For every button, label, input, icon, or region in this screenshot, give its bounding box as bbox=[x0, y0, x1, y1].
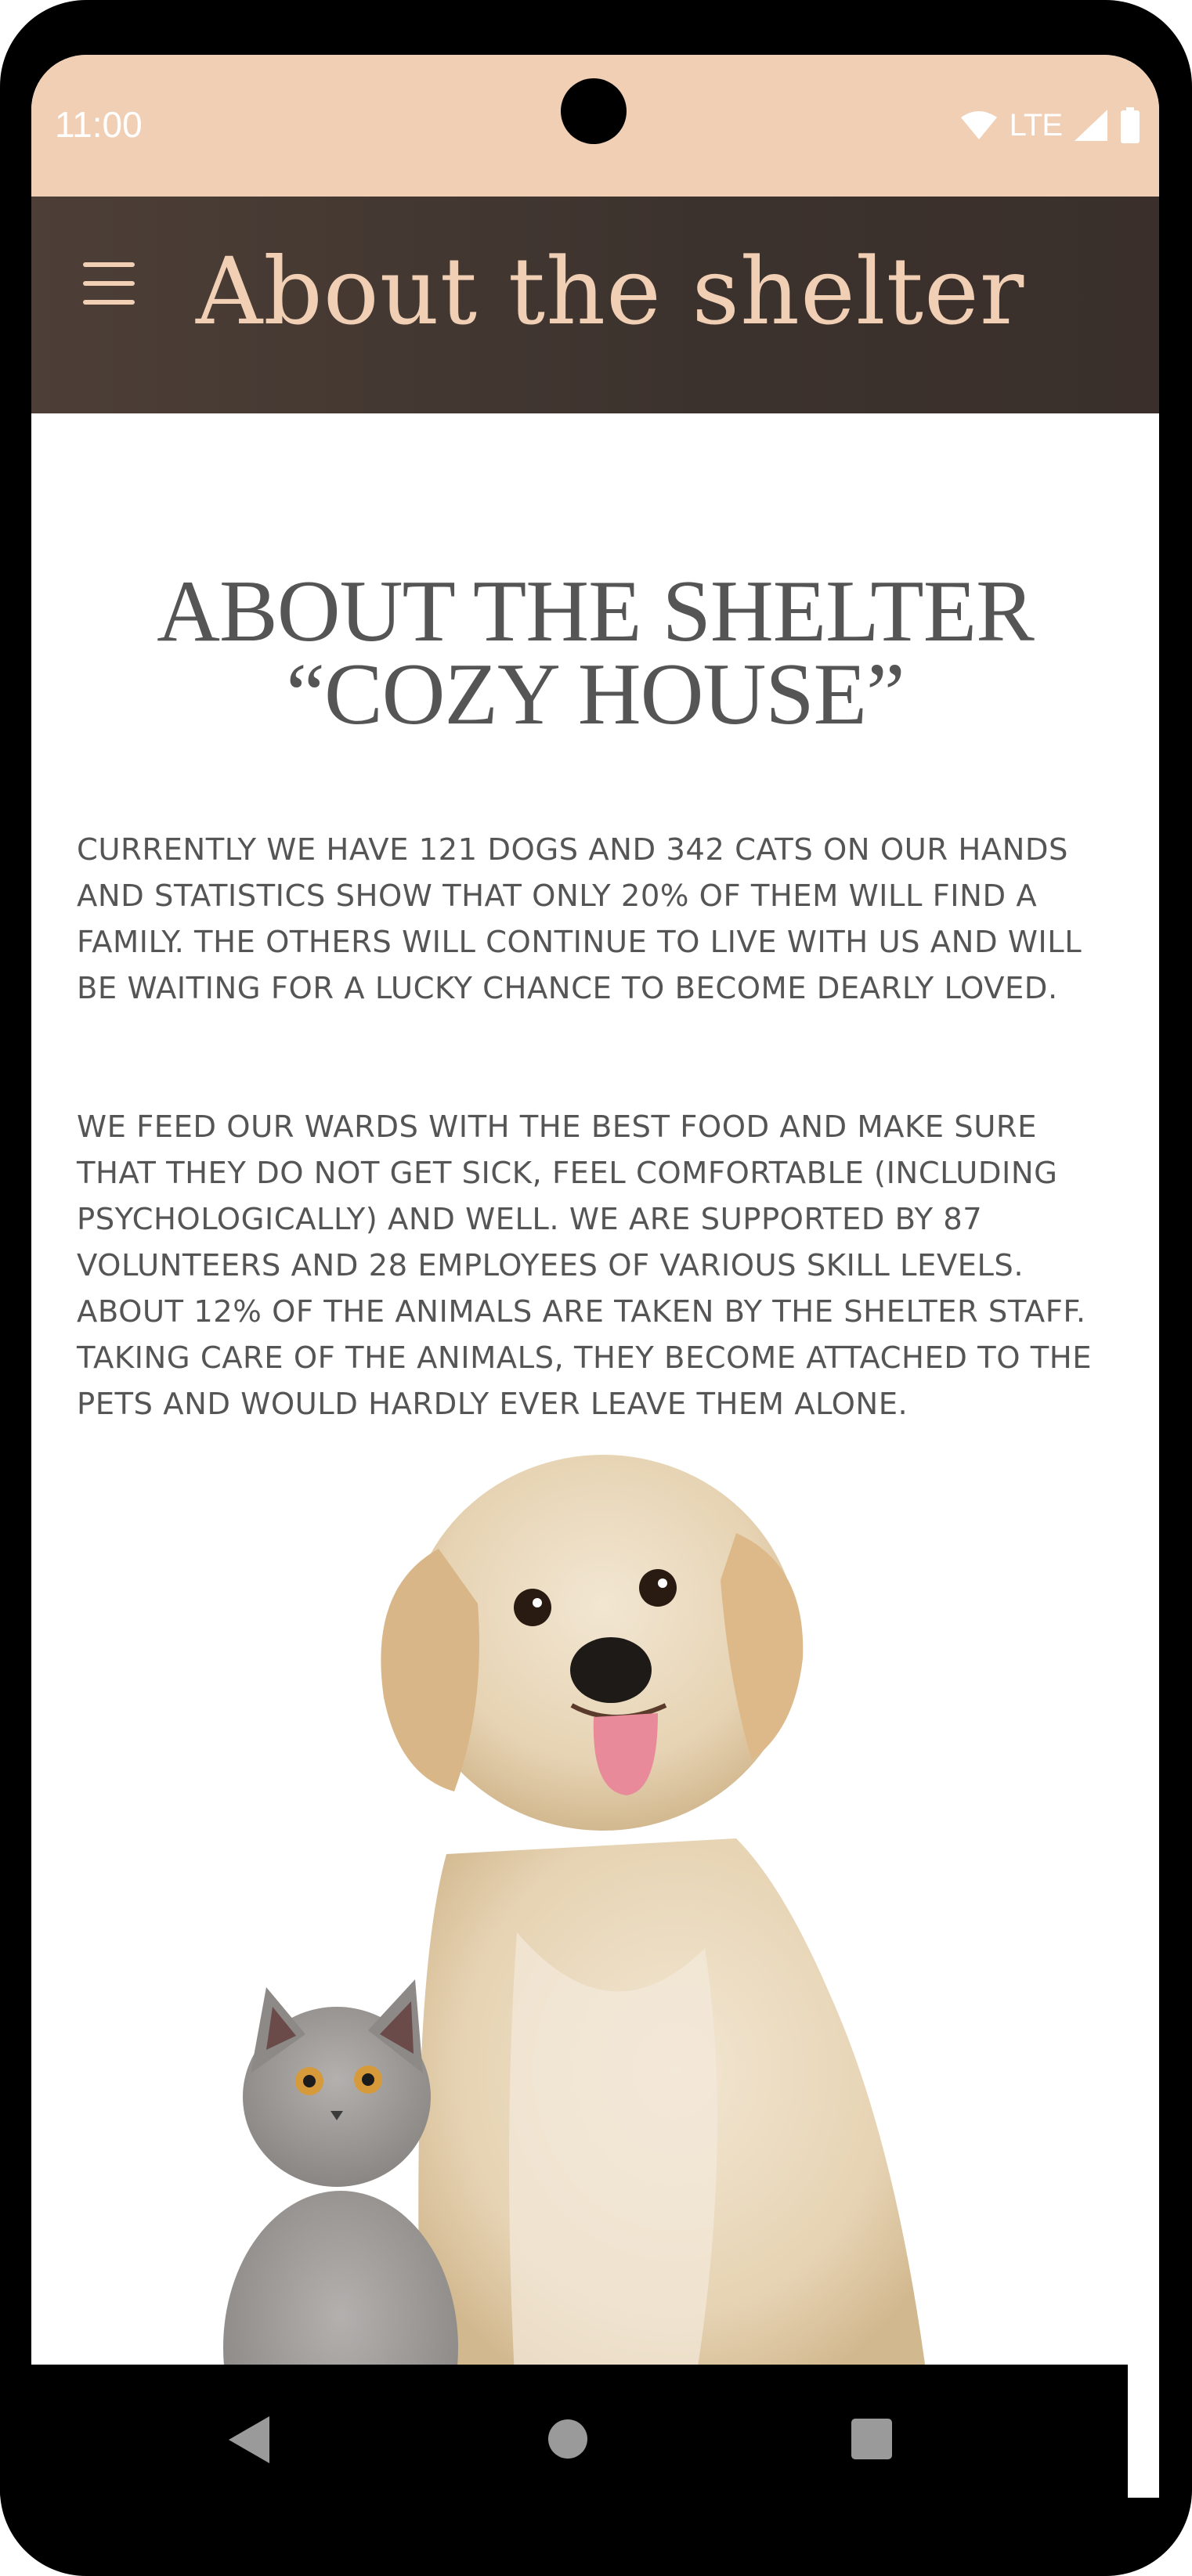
paragraph-care: We feed our wards with the best food and… bbox=[77, 1109, 1093, 1422]
signal-icon bbox=[1075, 110, 1107, 141]
paragraph-statistics: Currently we have 121 dogs and 342 cats … bbox=[77, 832, 1082, 1006]
back-icon[interactable] bbox=[226, 2415, 273, 2465]
home-icon[interactable] bbox=[548, 2419, 587, 2459]
main-content[interactable]: ABOUT THE SHELTER “COZY HOUSE” Currently… bbox=[31, 413, 1159, 2419]
recents-icon[interactable] bbox=[851, 2419, 892, 2459]
hamburger-menu-icon[interactable] bbox=[83, 262, 135, 305]
page-title: About the shelter bbox=[196, 237, 1025, 345]
heading-line-2: “COZY HOUSE” bbox=[286, 646, 905, 743]
system-nav-bar bbox=[0, 2365, 1128, 2498]
app-bar: About the shelter bbox=[31, 197, 1159, 413]
status-icons: LTE bbox=[959, 102, 1140, 149]
battery-icon bbox=[1121, 107, 1140, 143]
device-frame: 11:00 LTE About the shelter ABOUT THE SH… bbox=[0, 0, 1192, 2576]
status-time: 11:00 bbox=[55, 104, 143, 145]
network-type: LTE bbox=[1009, 107, 1063, 143]
camera-cutout bbox=[561, 78, 627, 144]
about-heading: ABOUT THE SHELTER “COZY HOUSE” bbox=[31, 568, 1159, 738]
wifi-icon bbox=[960, 111, 997, 139]
dog-and-cat-image bbox=[223, 1455, 932, 2419]
status-bar: 11:00 LTE bbox=[31, 55, 1159, 197]
screen: 11:00 LTE About the shelter ABOUT THE SH… bbox=[31, 55, 1159, 2498]
